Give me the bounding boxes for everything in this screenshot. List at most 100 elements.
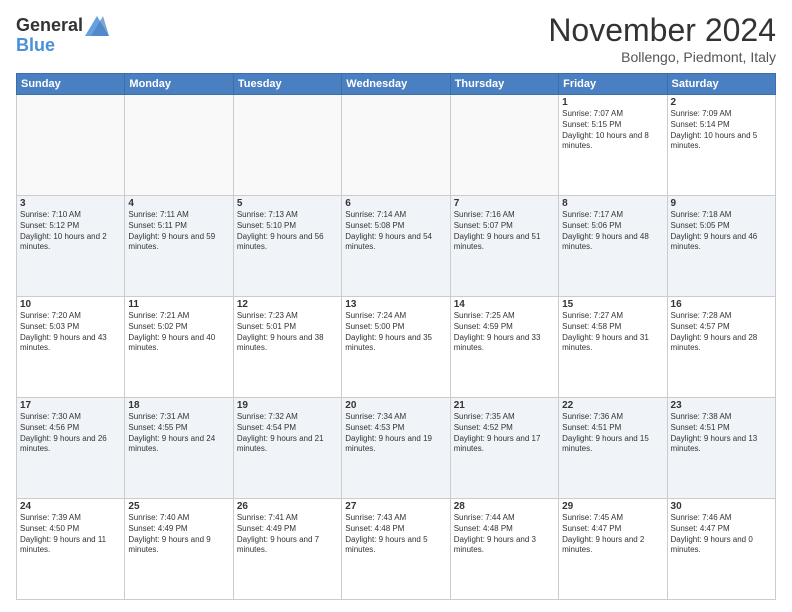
day-number: 12	[237, 299, 338, 310]
calendar-cell: 10Sunrise: 7:20 AM Sunset: 5:03 PM Dayli…	[17, 297, 125, 398]
day-info: Sunrise: 7:17 AM Sunset: 5:06 PM Dayligh…	[562, 210, 663, 253]
calendar-cell	[17, 95, 125, 196]
calendar-table: SundayMondayTuesdayWednesdayThursdayFrid…	[16, 73, 776, 600]
day-number: 14	[454, 299, 555, 310]
day-info: Sunrise: 7:23 AM Sunset: 5:01 PM Dayligh…	[237, 311, 338, 354]
day-info: Sunrise: 7:44 AM Sunset: 4:48 PM Dayligh…	[454, 513, 555, 556]
day-number: 8	[562, 198, 663, 209]
day-number: 15	[562, 299, 663, 310]
day-info: Sunrise: 7:07 AM Sunset: 5:15 PM Dayligh…	[562, 109, 663, 152]
day-number: 23	[671, 400, 772, 411]
month-title: November 2024	[548, 12, 776, 49]
calendar-cell: 1Sunrise: 7:07 AM Sunset: 5:15 PM Daylig…	[559, 95, 667, 196]
day-number: 29	[562, 501, 663, 512]
calendar-cell: 12Sunrise: 7:23 AM Sunset: 5:01 PM Dayli…	[233, 297, 341, 398]
day-number: 1	[562, 97, 663, 108]
calendar-cell: 11Sunrise: 7:21 AM Sunset: 5:02 PM Dayli…	[125, 297, 233, 398]
calendar-cell: 14Sunrise: 7:25 AM Sunset: 4:59 PM Dayli…	[450, 297, 558, 398]
day-number: 21	[454, 400, 555, 411]
day-number: 4	[128, 198, 229, 209]
day-info: Sunrise: 7:35 AM Sunset: 4:52 PM Dayligh…	[454, 412, 555, 455]
calendar-cell	[233, 95, 341, 196]
day-number: 18	[128, 400, 229, 411]
day-number: 7	[454, 198, 555, 209]
day-number: 19	[237, 400, 338, 411]
day-info: Sunrise: 7:39 AM Sunset: 4:50 PM Dayligh…	[20, 513, 121, 556]
location: Bollengo, Piedmont, Italy	[548, 49, 776, 65]
calendar-cell: 7Sunrise: 7:16 AM Sunset: 5:07 PM Daylig…	[450, 196, 558, 297]
calendar-cell	[450, 95, 558, 196]
day-number: 5	[237, 198, 338, 209]
weekday-saturday: Saturday	[667, 74, 775, 95]
day-info: Sunrise: 7:41 AM Sunset: 4:49 PM Dayligh…	[237, 513, 338, 556]
calendar-cell: 24Sunrise: 7:39 AM Sunset: 4:50 PM Dayli…	[17, 499, 125, 600]
day-info: Sunrise: 7:20 AM Sunset: 5:03 PM Dayligh…	[20, 311, 121, 354]
day-number: 16	[671, 299, 772, 310]
day-info: Sunrise: 7:45 AM Sunset: 4:47 PM Dayligh…	[562, 513, 663, 556]
day-info: Sunrise: 7:43 AM Sunset: 4:48 PM Dayligh…	[345, 513, 446, 556]
day-info: Sunrise: 7:30 AM Sunset: 4:56 PM Dayligh…	[20, 412, 121, 455]
day-info: Sunrise: 7:31 AM Sunset: 4:55 PM Dayligh…	[128, 412, 229, 455]
weekday-tuesday: Tuesday	[233, 74, 341, 95]
day-info: Sunrise: 7:34 AM Sunset: 4:53 PM Dayligh…	[345, 412, 446, 455]
calendar-week-4: 17Sunrise: 7:30 AM Sunset: 4:56 PM Dayli…	[17, 398, 776, 499]
title-block: November 2024 Bollengo, Piedmont, Italy	[548, 12, 776, 65]
day-info: Sunrise: 7:13 AM Sunset: 5:10 PM Dayligh…	[237, 210, 338, 253]
day-info: Sunrise: 7:32 AM Sunset: 4:54 PM Dayligh…	[237, 412, 338, 455]
day-number: 17	[20, 400, 121, 411]
calendar-cell: 26Sunrise: 7:41 AM Sunset: 4:49 PM Dayli…	[233, 499, 341, 600]
day-number: 9	[671, 198, 772, 209]
calendar-cell: 23Sunrise: 7:38 AM Sunset: 4:51 PM Dayli…	[667, 398, 775, 499]
calendar-cell: 19Sunrise: 7:32 AM Sunset: 4:54 PM Dayli…	[233, 398, 341, 499]
weekday-sunday: Sunday	[17, 74, 125, 95]
logo-text: General	[16, 16, 83, 36]
calendar-cell: 21Sunrise: 7:35 AM Sunset: 4:52 PM Dayli…	[450, 398, 558, 499]
day-number: 20	[345, 400, 446, 411]
weekday-header-row: SundayMondayTuesdayWednesdayThursdayFrid…	[17, 74, 776, 95]
weekday-friday: Friday	[559, 74, 667, 95]
day-info: Sunrise: 7:25 AM Sunset: 4:59 PM Dayligh…	[454, 311, 555, 354]
day-info: Sunrise: 7:46 AM Sunset: 4:47 PM Dayligh…	[671, 513, 772, 556]
day-number: 10	[20, 299, 121, 310]
calendar-cell: 3Sunrise: 7:10 AM Sunset: 5:12 PM Daylig…	[17, 196, 125, 297]
day-number: 22	[562, 400, 663, 411]
day-info: Sunrise: 7:40 AM Sunset: 4:49 PM Dayligh…	[128, 513, 229, 556]
logo-icon	[85, 16, 109, 36]
day-number: 30	[671, 501, 772, 512]
day-number: 26	[237, 501, 338, 512]
day-number: 2	[671, 97, 772, 108]
page: General Blue November 2024 Bollengo, Pie…	[0, 0, 792, 612]
day-info: Sunrise: 7:18 AM Sunset: 5:05 PM Dayligh…	[671, 210, 772, 253]
calendar-cell: 30Sunrise: 7:46 AM Sunset: 4:47 PM Dayli…	[667, 499, 775, 600]
day-number: 3	[20, 198, 121, 209]
logo-text-blue: Blue	[16, 35, 55, 55]
calendar-cell: 28Sunrise: 7:44 AM Sunset: 4:48 PM Dayli…	[450, 499, 558, 600]
calendar-week-1: 1Sunrise: 7:07 AM Sunset: 5:15 PM Daylig…	[17, 95, 776, 196]
calendar-cell: 25Sunrise: 7:40 AM Sunset: 4:49 PM Dayli…	[125, 499, 233, 600]
calendar-cell: 22Sunrise: 7:36 AM Sunset: 4:51 PM Dayli…	[559, 398, 667, 499]
calendar-cell	[342, 95, 450, 196]
calendar-cell: 15Sunrise: 7:27 AM Sunset: 4:58 PM Dayli…	[559, 297, 667, 398]
day-number: 27	[345, 501, 446, 512]
calendar-cell: 6Sunrise: 7:14 AM Sunset: 5:08 PM Daylig…	[342, 196, 450, 297]
calendar-cell: 20Sunrise: 7:34 AM Sunset: 4:53 PM Dayli…	[342, 398, 450, 499]
logo: General Blue	[16, 16, 109, 56]
weekday-thursday: Thursday	[450, 74, 558, 95]
calendar-cell: 2Sunrise: 7:09 AM Sunset: 5:14 PM Daylig…	[667, 95, 775, 196]
day-number: 28	[454, 501, 555, 512]
calendar-cell: 5Sunrise: 7:13 AM Sunset: 5:10 PM Daylig…	[233, 196, 341, 297]
calendar-cell: 29Sunrise: 7:45 AM Sunset: 4:47 PM Dayli…	[559, 499, 667, 600]
calendar-cell: 18Sunrise: 7:31 AM Sunset: 4:55 PM Dayli…	[125, 398, 233, 499]
day-number: 11	[128, 299, 229, 310]
calendar-week-5: 24Sunrise: 7:39 AM Sunset: 4:50 PM Dayli…	[17, 499, 776, 600]
day-info: Sunrise: 7:16 AM Sunset: 5:07 PM Dayligh…	[454, 210, 555, 253]
calendar-cell: 4Sunrise: 7:11 AM Sunset: 5:11 PM Daylig…	[125, 196, 233, 297]
calendar-cell: 8Sunrise: 7:17 AM Sunset: 5:06 PM Daylig…	[559, 196, 667, 297]
weekday-wednesday: Wednesday	[342, 74, 450, 95]
weekday-monday: Monday	[125, 74, 233, 95]
calendar-cell: 13Sunrise: 7:24 AM Sunset: 5:00 PM Dayli…	[342, 297, 450, 398]
header: General Blue November 2024 Bollengo, Pie…	[16, 12, 776, 65]
calendar-cell: 17Sunrise: 7:30 AM Sunset: 4:56 PM Dayli…	[17, 398, 125, 499]
calendar-cell: 9Sunrise: 7:18 AM Sunset: 5:05 PM Daylig…	[667, 196, 775, 297]
day-number: 25	[128, 501, 229, 512]
